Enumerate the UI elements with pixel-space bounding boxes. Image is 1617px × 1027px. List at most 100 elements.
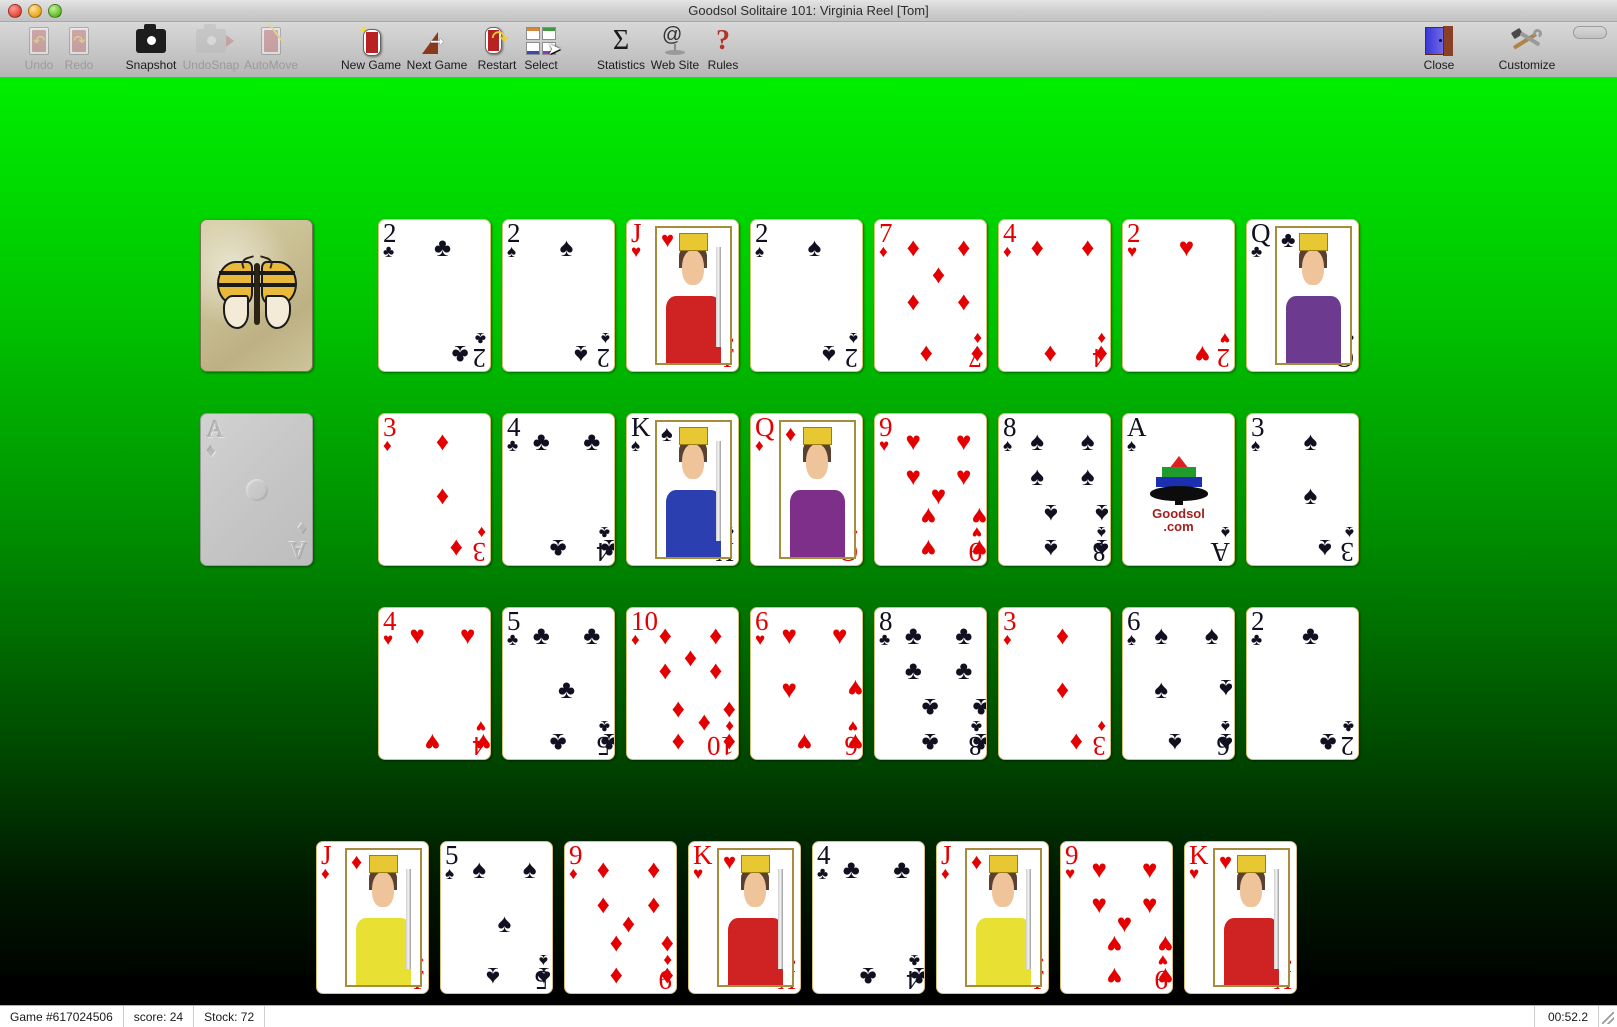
card-pips: ♦ ♦ ♦ [435, 426, 463, 565]
card-pips: ♠ ♠ ♠ [1303, 426, 1332, 565]
card-pips: ♣ ♣ [1301, 620, 1337, 759]
card-pips: ♠ ♠ ♠ ♠ ♠ [472, 854, 551, 993]
card-pips: ♣♣♣♣ [842, 854, 924, 993]
close-toolbar-button[interactable]: Close [1402, 24, 1476, 76]
toolbar: ↶ Undo ↷ Redo Snapshot UndoSnap AutoMove [0, 22, 1617, 78]
playing-card[interactable]: 2 ♠ 2 ♠ ♠ ♠ [502, 219, 615, 372]
playing-card[interactable]: J♦J♦♦ [936, 841, 1049, 994]
new-game-label: New Game [340, 58, 402, 72]
playing-card[interactable]: Q♣Q♣♣ [1246, 219, 1359, 372]
card-pips: ♦ ♦ ♦ ♦ ♦ ♦ ♦ ♦ ♦ ♦ [658, 620, 736, 759]
status-bar: Game #617024506 score: 24 Stock: 72 00:5… [0, 1005, 1617, 1027]
card-pips: ♥ ♥ ♥ ♥ ♥ ♥ [781, 620, 863, 759]
foundation-slot[interactable]: A ♦ A ♦ [200, 413, 313, 566]
card-pips: ♠ ♠ [559, 232, 588, 371]
redo-card-icon: ↷ [42, 24, 116, 58]
playing-card[interactable]: 3 ♦ 3 ♦ ♦ ♦ ♦ [378, 413, 491, 566]
card-corner-top: Q ♣ [1251, 219, 1271, 261]
select-label: Select [524, 58, 558, 72]
game-number: Game #617024506 [0, 1006, 124, 1027]
card-pips: ♥ ♥ [1178, 232, 1210, 371]
playing-card[interactable]: 4 ♥ 4 ♥ ♥ ♥ ♥ ♥ [378, 607, 491, 760]
court-card-picture: ♦ [345, 848, 422, 987]
playing-card[interactable]: 4♣4♣♣♣♣♣ [812, 841, 925, 994]
playing-card[interactable]: J♥J♥♥ [626, 219, 739, 372]
automove-label: AutoMove [243, 58, 299, 72]
card-pips: ♠ ♠ ♠ ♠ ♠ ♠ ♠ ♠ [1030, 426, 1109, 565]
playing-card[interactable]: 4 ♦ 4 ♦ ♦ ♦ ♦ ♦ [998, 219, 1111, 372]
playing-card[interactable]: 8♣8♣♣♣♣♣♣♣♣♣ [874, 607, 987, 760]
playing-card[interactable]: 6 ♥ 6 ♥ ♥ ♥ ♥ ♥ ♥ ♥ [750, 607, 863, 760]
court-card-picture: ♥ [655, 226, 732, 365]
card-pips: ♥ ♥ ♥ ♥ ♥ ♥ ♥ ♥ ♥ [905, 426, 987, 565]
resize-grip[interactable] [1599, 1006, 1617, 1027]
automove-button[interactable]: AutoMove [234, 22, 308, 76]
playing-card[interactable]: 6 ♠ 6 ♠ ♠ ♠ ♠ ♠ ♠ ♠ [1122, 607, 1235, 760]
timer: 00:52.2 [1535, 1006, 1599, 1027]
playing-card[interactable]: K♥K♥♥ [1184, 841, 1297, 994]
card-pips: ♥ ♥ ♥ ♥ ♥ ♥ ♥ ♥ ♥ [1091, 854, 1173, 993]
ghost-center-mark [245, 478, 268, 501]
playing-card[interactable]: 5♣5♣♣♣♣♣♣ [502, 607, 615, 760]
card-table: 2♣2♣♣♣2♠2♠♠♠J♥J♥♥2♠2♠♠♠7♦7♦♦♦♦♦♦♦♦4♦4♦♦♦… [0, 78, 1617, 994]
playing-card[interactable]: Q♦Q♦♦ [750, 413, 863, 566]
card-corner-top: J ♥ [631, 219, 642, 261]
goodsol-logo-icon: Goodsol .com [1148, 456, 1210, 533]
butterfly-icon [215, 254, 299, 335]
playing-card[interactable]: A ♠ A ♠ Goodsol .com [1122, 413, 1235, 566]
card-pips: ♣♣♣♣ [532, 426, 614, 565]
playing-card[interactable]: 3 ♦ 3 ♦ ♦ ♦ ♦ [998, 607, 1111, 760]
court-card-picture: ♥ [717, 848, 794, 987]
court-card-picture: ♦ [965, 848, 1042, 987]
playing-card[interactable]: 2 ♠ 2 ♠ ♠ ♠ [750, 219, 863, 372]
playing-card[interactable]: 10 ♦ 10 ♦ ♦ ♦ ♦ ♦ ♦ ♦ ♦ ♦ ♦ ♦ [626, 607, 739, 760]
card-corner-top: J ♦ [321, 841, 332, 883]
window-title: Goodsol Solitaire 101: Virginia Reel [To… [688, 3, 929, 18]
playing-card[interactable]: 7 ♦ 7 ♦ ♦ ♦ ♦ ♦ ♦ ♦ ♦ [874, 219, 987, 372]
card-pips: ♠ ♠ ♠ ♠ ♠ ♠ [1154, 620, 1233, 759]
card-corner-top: K ♥ [693, 841, 713, 883]
playing-card[interactable]: K♠K♠♠ [626, 413, 739, 566]
court-card-picture: ♦ [779, 420, 856, 559]
playing-card[interactable]: J♦J♦♦ [316, 841, 429, 994]
card-corner-top: K ♠ [631, 413, 651, 455]
playing-card[interactable]: 2 ♣ 2 ♣ ♣ ♣ [1246, 607, 1359, 760]
playing-card[interactable]: 4♣4♣♣♣♣♣ [502, 413, 615, 566]
playing-card[interactable]: 3 ♠ 3 ♠ ♠ ♠ ♠ [1246, 413, 1359, 566]
playing-card[interactable]: 9 ♦ 9 ♦ ♦ ♦ ♦ ♦ ♦ ♦ ♦ ♦ ♦ [564, 841, 677, 994]
card-pips: ♦ ♦ ♦ [1055, 620, 1083, 759]
card-pips: ♣♣♣♣♣♣♣♣ [904, 620, 986, 759]
playing-card[interactable]: 8 ♠ 8 ♠ ♠ ♠ ♠ ♠ ♠ ♠ ♠ ♠ [998, 413, 1111, 566]
select-icon: ➤ [504, 24, 578, 58]
stock-pile[interactable] [200, 219, 313, 372]
window-title-bar: Goodsol Solitaire 101: Virginia Reel [To… [0, 0, 1617, 22]
card-corner-top: K ♥ [1189, 841, 1209, 883]
select-button[interactable]: ➤ Select [504, 24, 578, 76]
card-corner-top: Q ♦ [755, 413, 775, 455]
card-pips: ♦ ♦ ♦ ♦ [1030, 232, 1108, 371]
customize-label: Customize [1498, 58, 1556, 72]
card-pips: ♥ ♥ ♥ ♥ [409, 620, 491, 759]
playing-card[interactable]: 9 ♥ 9 ♥ ♥ ♥ ♥ ♥ ♥ ♥ ♥ ♥ ♥ [1060, 841, 1173, 994]
new-game-button[interactable]: ✦ New Game [334, 24, 408, 76]
card-pips: ♦ ♦ ♦ ♦ ♦ ♦ ♦ ♦ ♦ [596, 854, 674, 993]
card-corner-top: A ♠ [1127, 413, 1147, 455]
rules-button[interactable]: ? Rules [686, 24, 760, 76]
court-card-picture: ♥ [1213, 848, 1290, 987]
customize-button[interactable]: Customize [1490, 24, 1564, 76]
hammer-wrench-icon [1490, 24, 1564, 58]
redo-button[interactable]: ↷ Redo [42, 24, 116, 76]
automove-card-icon [234, 22, 308, 58]
playing-card[interactable]: 9 ♥ 9 ♥ ♥ ♥ ♥ ♥ ♥ ♥ ♥ ♥ ♥ [874, 413, 987, 566]
playing-card[interactable]: 2 ♥ 2 ♥ ♥ ♥ [1122, 219, 1235, 372]
rules-label: Rules [707, 58, 739, 72]
playing-card[interactable]: 5 ♠ 5 ♠ ♠ ♠ ♠ ♠ ♠ [440, 841, 553, 994]
question-mark-icon: ? [716, 25, 730, 56]
toolbar-toggle-pill[interactable] [1573, 26, 1607, 39]
ghost-rank-top: A ♦ [207, 417, 225, 460]
playing-card[interactable]: K♥K♥♥ [688, 841, 801, 994]
card-pips: ♠ ♠ [807, 232, 836, 371]
card-pips: ♣♣♣♣♣ [532, 620, 614, 759]
card-pips: ♦ ♦ ♦ ♦ ♦ ♦ ♦ [906, 232, 984, 371]
playing-card[interactable]: 2 ♣ 2 ♣ ♣ ♣ [378, 219, 491, 372]
